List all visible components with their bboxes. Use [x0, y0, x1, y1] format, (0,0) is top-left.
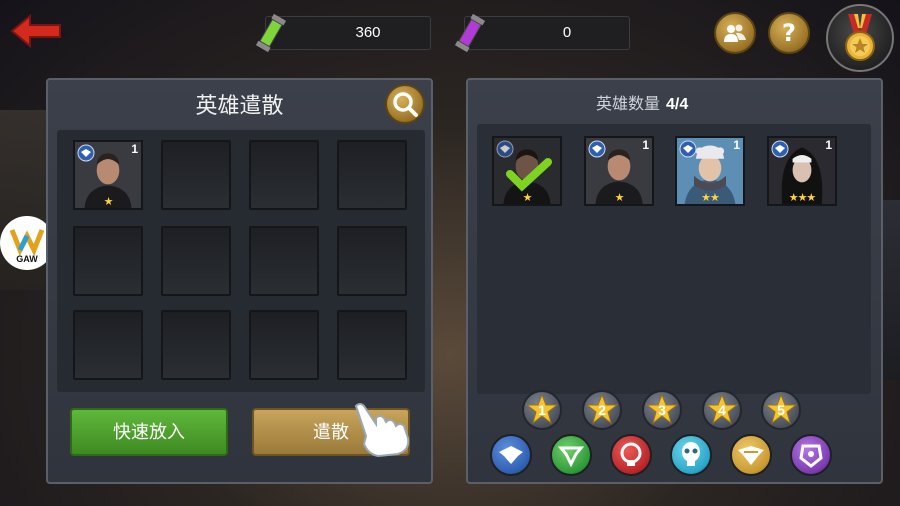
help-button[interactable]: ? [768, 12, 810, 54]
resource-green: 360 [255, 13, 431, 53]
faction-filter-cyan[interactable] [670, 434, 712, 476]
hero-card[interactable]: 1 ★★★ [767, 136, 837, 206]
faction-filter-gold[interactable] [730, 434, 772, 476]
emblem-purple-icon [799, 444, 823, 468]
dismiss-slot-hero[interactable]: 1 ★ [73, 140, 143, 210]
back-arrow-icon[interactable] [10, 14, 64, 48]
star-filter-label: 3 [658, 402, 666, 418]
star-filter-label: 4 [718, 402, 726, 418]
resource-purple: 0 [454, 13, 630, 53]
star-filter-label: 2 [598, 402, 606, 418]
faction-filter-blue[interactable] [490, 434, 532, 476]
empty-slot[interactable] [73, 310, 143, 380]
star-filter-label: 5 [777, 402, 785, 418]
pointer-hand-icon [354, 403, 410, 458]
faction-filter-red[interactable] [610, 434, 652, 476]
green-tube-icon [255, 13, 287, 53]
resource-green-value: 360 [355, 24, 381, 41]
skull-red-icon [620, 442, 642, 466]
empty-slot[interactable] [337, 310, 407, 380]
hero-count-title: 英雄数量 4/4 [596, 90, 688, 114]
star-filter-4[interactable]: 4 [702, 390, 742, 430]
hero-count-label: 英雄数量 [596, 94, 661, 113]
hero-stars: ★★ [701, 191, 720, 204]
search-icon [393, 92, 418, 117]
hero-level: 1 [733, 138, 740, 152]
star-filter-3[interactable]: 3 [642, 390, 682, 430]
empty-slot[interactable] [249, 140, 319, 210]
faction-filter-green[interactable] [550, 434, 592, 476]
empty-slot[interactable] [337, 140, 407, 210]
hero-stars: ★★★ [788, 191, 817, 204]
faction-badge-blue-icon [588, 140, 606, 158]
faction-badge-blue-icon [77, 144, 95, 162]
skull-cyan-icon [682, 442, 700, 466]
dismiss-panel-title: 英雄遣散 [195, 94, 284, 119]
star-filter-1[interactable]: 1 [522, 390, 562, 430]
empty-slot[interactable] [249, 226, 319, 296]
empty-slot[interactable] [73, 226, 143, 296]
hero-level: 1 [825, 138, 832, 152]
friends-icon [724, 24, 746, 42]
empty-slot[interactable] [161, 226, 231, 296]
faction-badge-blue-icon [771, 140, 789, 158]
hero-card[interactable]: 1 ★ [584, 136, 654, 206]
hero-list-panel: 英雄数量 4/4 ★ 1 ★ 1 ★★ 1 ★★★ 1 2 3 4 5 [466, 78, 883, 484]
hero-list: ★ 1 ★ 1 ★★ 1 ★★★ [477, 124, 871, 394]
empty-slot[interactable] [337, 226, 407, 296]
quick-add-button[interactable]: 快速放入 [70, 408, 228, 456]
empty-slot[interactable] [161, 140, 231, 210]
hero-count-value: 4/4 [666, 96, 689, 113]
empty-slot[interactable] [161, 310, 231, 380]
medal-icon [845, 14, 875, 61]
friends-button[interactable] [714, 12, 756, 54]
dismiss-slots-grid: 1 ★ [57, 130, 425, 392]
eagle-blue-icon [499, 446, 523, 464]
hero-stars: ★ [614, 191, 625, 204]
hero-stars: ★ [522, 191, 533, 204]
dismiss-panel: 英雄遣散 1 ★ 快速放入 遣散 [46, 78, 433, 484]
help-icon: ? [782, 19, 796, 47]
hero-level: 1 [642, 138, 649, 152]
selected-check-icon [506, 158, 552, 192]
hero-level: 1 [131, 142, 138, 156]
eagle-gold-icon [738, 446, 764, 465]
faction-badge-blue-icon [679, 140, 697, 158]
empty-slot[interactable] [249, 310, 319, 380]
star-filter-5[interactable]: 5 [761, 390, 801, 430]
hero-stars: ★ [103, 195, 114, 208]
hero-card[interactable]: ★ [492, 136, 562, 206]
search-button[interactable] [385, 84, 425, 124]
resource-purple-value: 0 [562, 24, 572, 41]
faction-filter-purple[interactable] [790, 434, 832, 476]
purple-tube-icon [454, 13, 486, 53]
hero-card[interactable]: 1 ★★ [675, 136, 745, 206]
star-filter-2[interactable]: 2 [582, 390, 622, 430]
emblem-green-icon [557, 446, 585, 468]
medal-button[interactable] [826, 4, 894, 72]
star-filter-label: 1 [538, 402, 546, 418]
